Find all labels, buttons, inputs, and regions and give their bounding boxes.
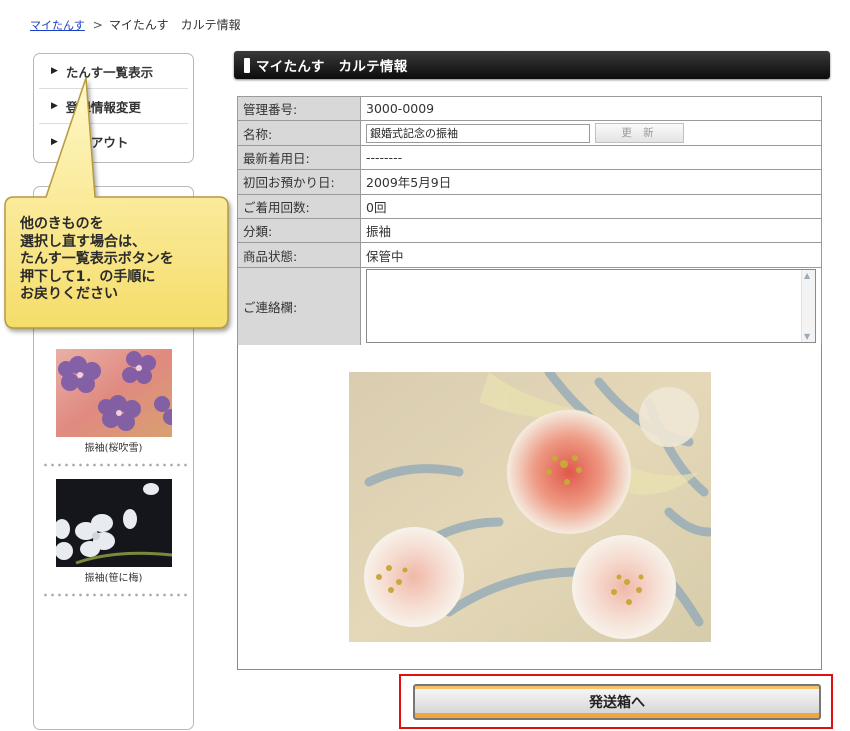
name-label: 名称: (237, 120, 361, 146)
sidebar-item-label: たんす一覧表示 (65, 64, 154, 80)
contact-label: ご連絡欄: (237, 266, 361, 346)
kimono-photo (349, 367, 714, 642)
textarea-scrollbar[interactable]: ▲ ▼ (801, 270, 815, 343)
sidebar-item-label: ログアウト (65, 135, 129, 150)
mgmt-no-value: 3000-0009 (360, 95, 822, 122)
wear-count-label: ご着用回数: (237, 193, 361, 219)
name-input[interactable] (366, 123, 590, 143)
first-deposit-label: 初回お預かり日: (237, 169, 361, 195)
scroll-down-icon[interactable]: ▼ (804, 332, 810, 341)
category-value: 振袖 (360, 217, 822, 244)
page-title-bar: マイたんす カルテ情報 (234, 51, 830, 79)
triangle-right-icon: ▶ (51, 66, 58, 76)
send-button-highlight: 発送箱へ (399, 674, 833, 729)
wear-count-value: 0回 (360, 193, 822, 219)
kimono-thumbnail-sasa-ume[interactable] (56, 479, 172, 567)
last-worn-value: -------- (360, 144, 822, 171)
triangle-right-icon: ▶ (51, 136, 58, 147)
update-button[interactable]: 更 新 (595, 123, 684, 144)
breadcrumb: マイたんす > マイたんす カルテ情報 (30, 16, 241, 33)
table-row: 管理番号: 3000-0009 (237, 95, 822, 122)
table-row: 名称: 更 新 (237, 120, 822, 146)
table-row: 最新着用日: -------- (237, 144, 822, 171)
status-value: 保管中 (360, 242, 822, 268)
sidebar-item-label: 登録情報変更 (65, 99, 141, 115)
karte-info-table: 管理番号: 3000-0009 名称: 更 新 最新着用日: -------- … (237, 95, 822, 346)
title-bar-marker (244, 57, 250, 73)
mgmt-no-label: 管理番号: (237, 95, 361, 122)
first-deposit-value: 2009年5月9日 (360, 169, 822, 195)
breadcrumb-home-link[interactable]: マイたんす (30, 19, 85, 32)
status-label: 商品状態: (237, 242, 361, 268)
table-row: 商品状態: 保管中 (237, 242, 822, 268)
last-worn-label: 最新着用日: (237, 144, 361, 171)
send-to-box-button[interactable]: 発送箱へ (413, 684, 821, 720)
sidebar-item-logout[interactable]: ▶ ログアウト (39, 124, 188, 159)
table-row: 分類: 振袖 (237, 217, 822, 244)
table-row: 初回お預かり日: 2009年5月9日 (237, 169, 822, 195)
page-title: マイたんす カルテ情報 (256, 59, 408, 75)
breadcrumb-separator: > (92, 18, 103, 32)
contact-cell: ▲ ▼ (360, 266, 822, 346)
table-row: ご連絡欄: ▲ ▼ (237, 266, 822, 346)
kimono-caption: 振袖(桜吹雪) (84, 443, 143, 454)
dotted-divider (42, 463, 187, 467)
kimono-photo-panel (237, 345, 822, 670)
kimono-thumbnail-sakura[interactable] (56, 349, 172, 437)
kimono-caption: 振袖(笹に梅) (84, 573, 143, 584)
sidebar-menu: ▶ たんす一覧表示 ▶ 登録情報変更 ▶ ログアウト (33, 53, 194, 163)
breadcrumb-current: マイたんす カルテ情報 (108, 18, 241, 32)
contact-textarea[interactable]: ▲ ▼ (366, 269, 816, 344)
name-cell: 更 新 (360, 120, 822, 146)
scroll-up-icon[interactable]: ▲ (804, 271, 810, 280)
table-row: ご着用回数: 0回 (237, 193, 822, 219)
sidebar-item-tansu-list[interactable]: ▶ たんす一覧表示 (39, 54, 188, 89)
dotted-divider (42, 593, 187, 597)
sidebar-item-edit-profile[interactable]: ▶ 登録情報変更 (39, 89, 188, 124)
triangle-right-icon: ▶ (51, 101, 58, 111)
help-callout-text: 他のきものを 選択し直す場合は、 たんす一覧表示ボタンを 押下して1．の手順に … (20, 216, 174, 302)
category-label: 分類: (237, 217, 361, 244)
